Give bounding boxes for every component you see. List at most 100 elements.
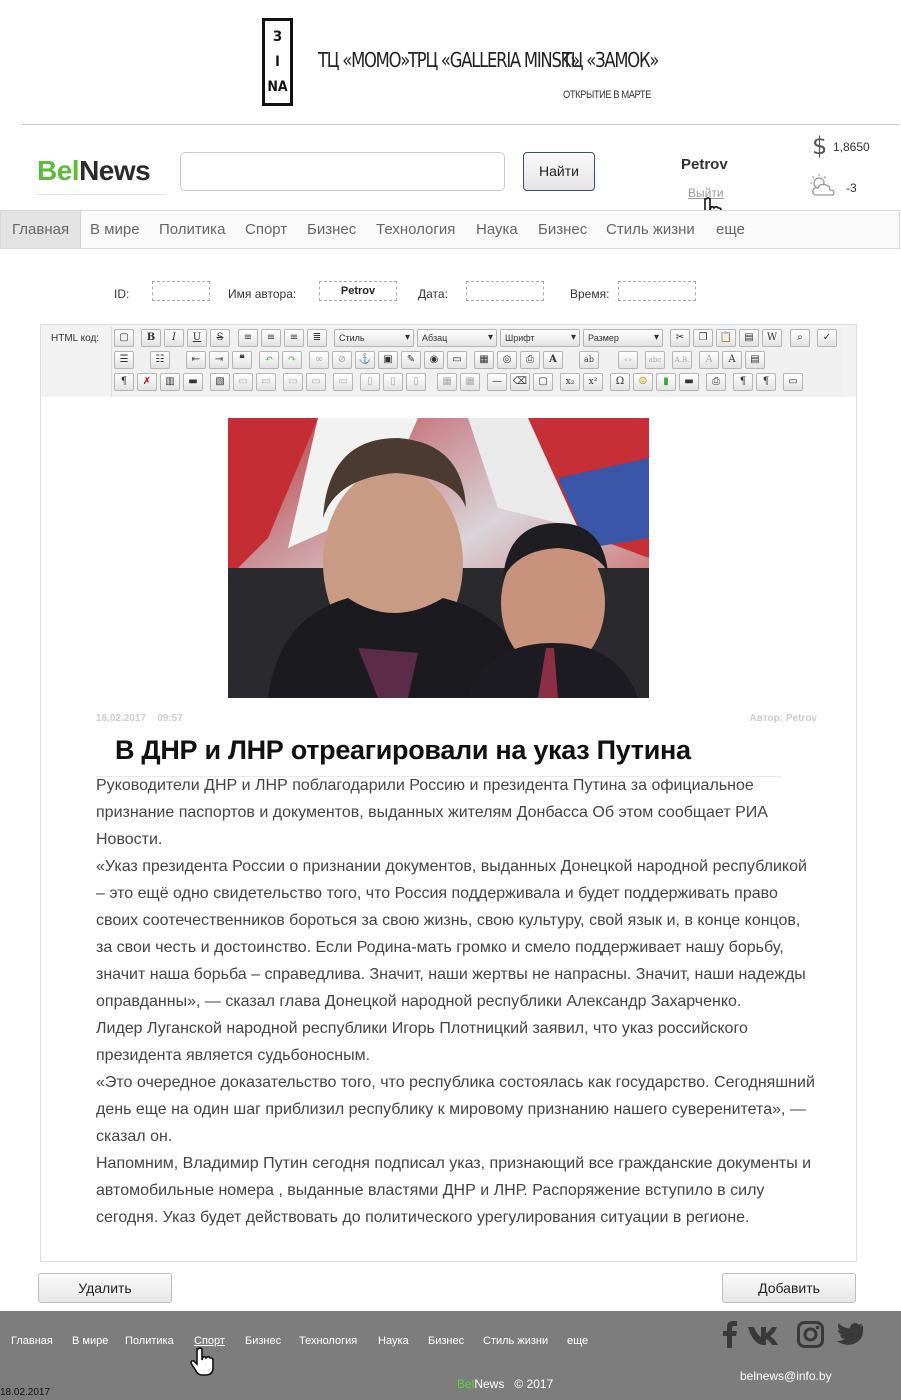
button-field-icon[interactable]: ▯	[360, 373, 380, 391]
checkbox-icon[interactable]: ▭	[233, 373, 253, 391]
align-right-icon[interactable]: ≡	[284, 329, 304, 347]
footer-nav-politics[interactable]: Политика	[125, 1335, 174, 1347]
facebook-icon[interactable]	[721, 1320, 739, 1348]
imagebutton-icon[interactable]: ▯	[383, 373, 403, 391]
remove-format-icon[interactable]: ✗	[137, 373, 157, 391]
nav-item-business[interactable]: Бизнес	[307, 211, 356, 248]
text-color-icon[interactable]: A	[543, 351, 563, 369]
iframe-icon[interactable]: ▭	[447, 351, 467, 369]
footer-nav-science[interactable]: Наука	[378, 1335, 409, 1347]
paste-word-icon[interactable]: W	[762, 329, 782, 347]
nav-item-politics[interactable]: Политика	[159, 211, 225, 248]
footer-nav-lifestyle[interactable]: Стиль жизни	[483, 1335, 548, 1347]
iframe2-icon[interactable]: ▬	[679, 373, 699, 391]
footer-nav-main[interactable]: Главная	[11, 1335, 53, 1347]
format-select[interactable]: Абзац	[417, 329, 497, 347]
div-container-icon[interactable]: ▥	[160, 373, 180, 391]
twitter-icon[interactable]	[836, 1323, 863, 1345]
site-logo[interactable]: BelNews	[37, 155, 151, 187]
nav-item-science[interactable]: Наука	[476, 211, 518, 248]
radio-icon[interactable]: ▭	[256, 373, 276, 391]
align-center-icon[interactable]: ≡	[261, 329, 281, 347]
subscript-icon[interactable]: x₂	[560, 373, 580, 391]
nav-item-more[interactable]: еще	[716, 211, 745, 248]
link-icon[interactable]: ∞	[309, 351, 329, 369]
footer-email[interactable]: belnews@info.by	[740, 1369, 832, 1383]
blockquote-icon[interactable]: ❝	[232, 351, 252, 369]
nav-item-world[interactable]: В мире	[90, 211, 140, 248]
form-icon[interactable]: ▧	[210, 373, 230, 391]
textarea-icon[interactable]: ▭	[306, 373, 326, 391]
footer-nav-business-2[interactable]: Бизнес	[428, 1335, 464, 1347]
textfield-icon[interactable]: ▭	[283, 373, 303, 391]
cut-icon[interactable]: ✂	[670, 329, 690, 347]
align-left-icon[interactable]: ≡	[238, 329, 258, 347]
image-icon[interactable]: ▣	[378, 351, 398, 369]
ltr-icon[interactable]: ¶	[733, 373, 753, 391]
outdent-icon[interactable]: ⇤	[186, 351, 206, 369]
bulleted-list-icon[interactable]: ☰	[114, 351, 134, 369]
smiley-icon[interactable]: ☺	[633, 373, 653, 391]
date-field[interactable]	[466, 281, 544, 301]
id-field[interactable]	[152, 281, 210, 301]
horizontal-rule-icon[interactable]: ▬	[183, 373, 203, 391]
numbered-list-icon[interactable]: ☷	[150, 351, 170, 369]
abbr2-icon[interactable]: abc	[645, 351, 665, 369]
vk-icon[interactable]	[747, 1325, 783, 1345]
paste-icon[interactable]: 📋	[716, 329, 736, 347]
acronym-icon[interactable]: A.B.	[672, 351, 692, 369]
size-select[interactable]: Размер	[583, 329, 663, 347]
article-body[interactable]: Руководители ДНР и ЛНР поблагодарили Рос…	[96, 772, 816, 1231]
underline-icon[interactable]: U	[187, 329, 207, 347]
flash-icon[interactable]: ◉	[424, 351, 444, 369]
preview-icon[interactable]: ◎	[497, 351, 517, 369]
table-props-icon[interactable]: ▦	[460, 373, 480, 391]
page-break-icon[interactable]: ▮	[656, 373, 676, 391]
background-color-icon[interactable]: ab	[579, 351, 599, 369]
smiley-box-icon[interactable]: ▢	[533, 373, 553, 391]
special-char-icon[interactable]: Ω	[610, 373, 630, 391]
redo-icon[interactable]: ↷	[282, 351, 302, 369]
new-page-icon[interactable]: ▢	[114, 329, 134, 347]
hr-line-icon[interactable]: —	[487, 373, 507, 391]
bold-icon[interactable]: B	[141, 329, 161, 347]
nav-item-lifestyle[interactable]: Стиль жизни	[606, 211, 695, 248]
spellcheck-icon[interactable]: ✓	[817, 329, 837, 347]
font-style-icon[interactable]: A	[722, 351, 742, 369]
indent-icon[interactable]: ⇥	[209, 351, 229, 369]
unlink-icon[interactable]: ⊘	[332, 351, 352, 369]
style-select[interactable]: Стиль	[334, 329, 414, 347]
select-field-icon[interactable]: ▭	[333, 373, 353, 391]
search-input[interactable]	[180, 152, 505, 191]
rich-text-editor[interactable]: HTML код: ▢ B I U S ≡ ≡ ≡ ≣ Стиль Абзац …	[40, 324, 857, 1262]
nav-item-business-2[interactable]: Бизнес	[538, 211, 587, 248]
instagram-icon[interactable]	[797, 1321, 824, 1348]
strikethrough-icon[interactable]: S	[210, 329, 230, 347]
pen-icon[interactable]: ✎	[401, 351, 421, 369]
nav-item-main[interactable]: Главная	[1, 211, 82, 248]
nav-item-sport[interactable]: Спорт	[245, 211, 287, 248]
calendar-icon[interactable]: ▦	[474, 351, 494, 369]
footer-nav-sport[interactable]: Спорт	[194, 1335, 225, 1347]
align-justify-icon[interactable]: ≣	[307, 329, 327, 347]
italic-icon[interactable]: I	[164, 329, 184, 347]
paragraph-icon[interactable]: ¶	[114, 373, 134, 391]
copy-icon[interactable]: ❐	[693, 329, 713, 347]
top-banner[interactable]: З І NA ТЦ «MOMO» ТРЦ «GALLERIA MINSK» ТЦ…	[0, 0, 901, 125]
eraser-icon[interactable]: ⌫	[510, 373, 530, 391]
time-field[interactable]	[618, 281, 696, 301]
undo-icon[interactable]: ↶	[259, 351, 279, 369]
footer-nav-technology[interactable]: Технология	[299, 1335, 357, 1347]
search-button[interactable]: Найти	[523, 152, 595, 191]
footer-nav-more[interactable]: еще	[567, 1335, 588, 1347]
add-button[interactable]: Добавить	[722, 1273, 856, 1303]
delete-button[interactable]: Удалить	[38, 1273, 172, 1303]
anchor-icon[interactable]: ⚓	[355, 351, 375, 369]
show-blocks-icon[interactable]: ▤	[745, 351, 765, 369]
superscript-icon[interactable]: x²	[583, 373, 603, 391]
strike-icon[interactable]: A	[699, 351, 719, 369]
print-icon[interactable]: ⎙	[706, 373, 726, 391]
maximize-icon[interactable]: ▭	[783, 373, 803, 391]
table-icon[interactable]: ▦	[437, 373, 457, 391]
footer-nav-business[interactable]: Бизнес	[245, 1335, 281, 1347]
